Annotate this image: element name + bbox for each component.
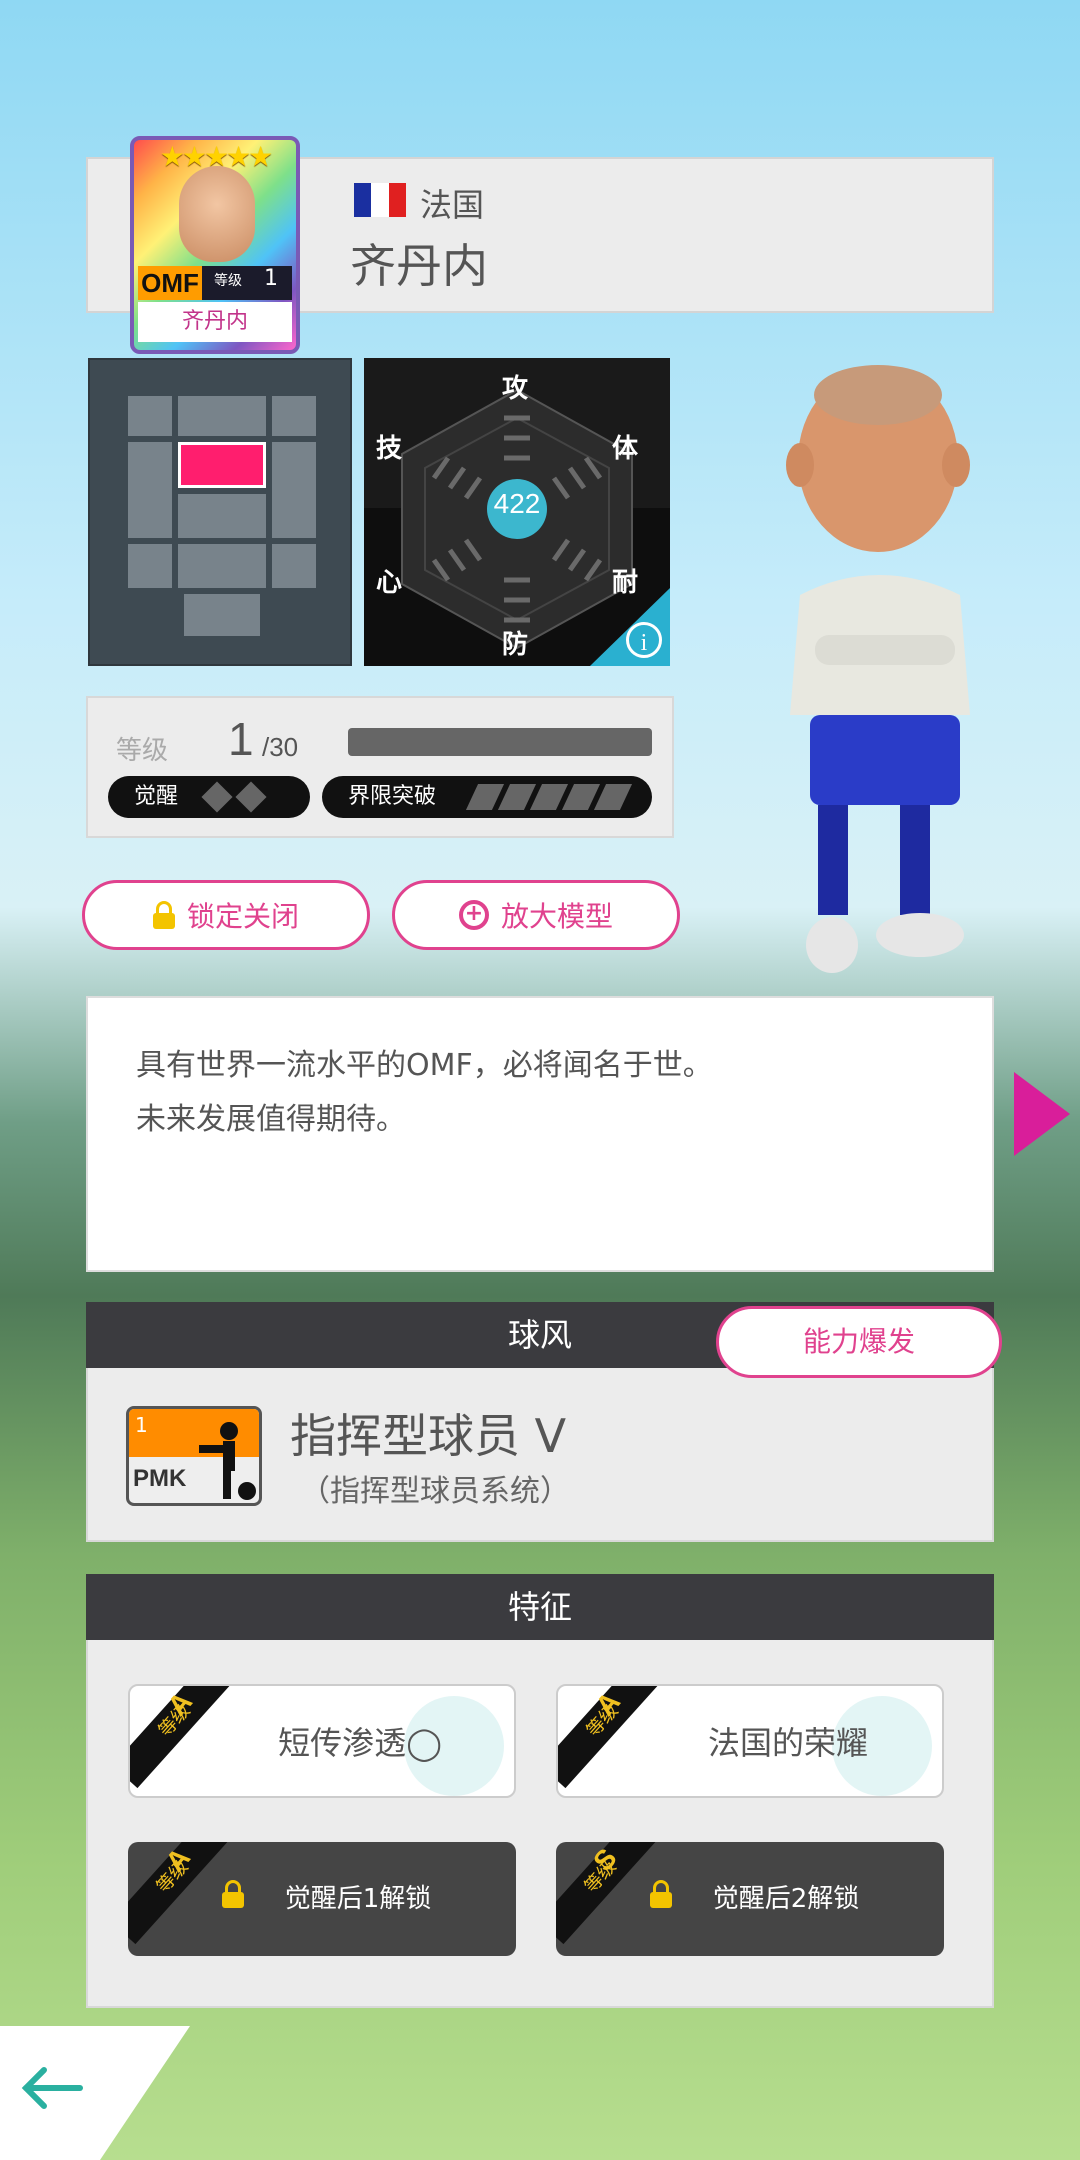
lock-icon (152, 901, 175, 929)
awaken-diamond-icon (235, 781, 267, 813)
limit-break-label: 界限突破 (348, 784, 437, 809)
radar-label-mind: 心 (376, 568, 403, 598)
radar-label-technique: 技 (376, 434, 403, 464)
position-map (88, 358, 352, 666)
card-level-label: 等级 (214, 273, 242, 289)
level-max: /30 (262, 732, 299, 762)
trait-name: 法国的荣耀 (707, 1724, 868, 1762)
position-cell (272, 442, 316, 538)
position-cell (178, 544, 266, 588)
position-cell (178, 494, 266, 538)
trait-card-locked[interactable]: 等级 S 觉醒后2解锁 (556, 1842, 944, 1956)
trait-card[interactable]: 等级 A 短传渗透◯ (128, 1684, 516, 1798)
ability-burst-button[interactable]: 能力爆发 (716, 1306, 1002, 1378)
player-face-avatar (179, 166, 255, 262)
card-level-value: 1 (264, 266, 278, 291)
level-label: 等级 (116, 736, 169, 766)
position-cell (272, 544, 316, 588)
play-style-system: （指挥型球员系统） (300, 1474, 570, 1509)
description-line-1: 具有世界一流水平的OMF，必将闻名于世。 (136, 1048, 713, 1083)
trait-unlock-text: 觉醒后2解锁 (712, 1884, 860, 1914)
zoom-model-button[interactable]: + 放大模型 (392, 880, 680, 950)
player-card-portrait[interactable]: ★★★★★ OMF 等级 1 齐丹内 (130, 136, 300, 354)
play-style-icon: 1 PMK (126, 1406, 262, 1506)
position-cell (178, 396, 266, 436)
radar-total-value: 422 (493, 488, 541, 519)
awaken-diamond-icon (201, 781, 233, 813)
position-cell (128, 396, 172, 436)
zoom-button-label: 放大模型 (500, 900, 613, 933)
info-icon[interactable]: i (626, 622, 662, 658)
radar-label-stamina: 体 (612, 434, 639, 464)
player-silhouette-icon (199, 1422, 256, 1500)
trait-unlock-text: 觉醒后1解锁 (284, 1884, 432, 1914)
back-button[interactable] (0, 2026, 190, 2160)
zoom-in-icon: + (458, 900, 489, 930)
lock-toggle-button[interactable]: 锁定关闭 (82, 880, 370, 950)
radar-label-defense: 防 (502, 630, 529, 660)
player-name: 齐丹内 (350, 239, 488, 293)
card-player-name: 齐丹内 (138, 302, 292, 342)
exp-progress-bar (348, 728, 652, 756)
level-value: 1 (228, 713, 254, 765)
description-line-2: 未来发展值得期待。 (136, 1102, 406, 1137)
play-style-icon-code: PMK (133, 1465, 187, 1492)
lock-button-label: 锁定关闭 (186, 900, 299, 933)
country-name: 法国 (420, 186, 485, 224)
position-cell (128, 442, 172, 538)
position-cell-active (178, 442, 266, 488)
awaken-label: 觉醒 (134, 784, 179, 809)
awaken-status: 觉醒 (108, 776, 310, 818)
trait-name: 短传渗透◯ (278, 1724, 442, 1762)
radar-label-attack: 攻 (502, 374, 529, 404)
limit-break-status: 界限突破 (322, 776, 652, 818)
ability-radar: 攻 体 耐 防 心 技 422 i (364, 358, 670, 666)
trait-card[interactable]: 等级 A 法国的荣耀 (556, 1684, 944, 1798)
position-badge: OMF (138, 266, 202, 300)
france-flag-icon (354, 183, 406, 217)
position-cell (184, 594, 260, 636)
limit-slot-icon (593, 784, 633, 810)
position-cell (272, 396, 316, 436)
traits-header: 特征 (86, 1574, 994, 1640)
play-style-name: 指挥型球员 V (290, 1409, 567, 1463)
position-cell (128, 544, 172, 588)
play-style-icon-number: 1 (135, 1413, 148, 1437)
radar-label-endurance: 耐 (612, 568, 639, 598)
next-player-arrow-icon[interactable] (1014, 1072, 1070, 1156)
player-3d-model[interactable] (760, 355, 990, 1005)
trait-card-locked[interactable]: 等级 A 觉醒后1解锁 (128, 1842, 516, 1956)
